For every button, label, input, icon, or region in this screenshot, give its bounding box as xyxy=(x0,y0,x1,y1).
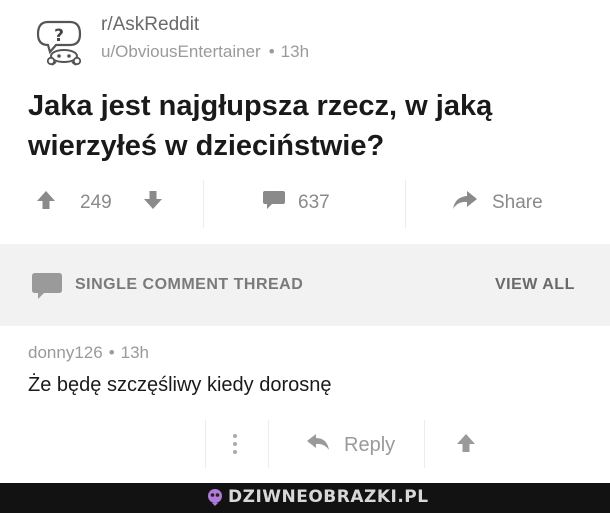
post-header: ? r/AskReddit u/ObviousEntertainer • 13h xyxy=(0,0,610,75)
comment-bubble-icon xyxy=(31,271,63,306)
share-arrow-icon xyxy=(452,189,478,217)
post-meta: u/ObviousEntertainer • 13h xyxy=(101,42,309,62)
divider xyxy=(268,420,269,468)
vertical-dots-icon[interactable] xyxy=(232,432,238,461)
divider xyxy=(405,180,406,228)
thread-label: SINGLE COMMENT THREAD xyxy=(75,276,304,293)
watermark-bar: DZIWNEOBRAZKI.PL xyxy=(0,483,610,513)
post-title[interactable]: Jaka jest najgłupsza rzecz, w jaką wierz… xyxy=(28,86,588,166)
view-all-button[interactable]: VIEW ALL xyxy=(495,276,575,294)
share-label: Share xyxy=(492,192,543,213)
single-comment-thread-bar: SINGLE COMMENT THREAD VIEW ALL xyxy=(0,244,610,326)
reply-arrow-icon xyxy=(306,432,330,458)
arrow-up-icon[interactable] xyxy=(456,432,476,459)
alien-logo-icon xyxy=(207,488,223,506)
comment-actions: Reply xyxy=(0,420,610,470)
watermark-text: DZIWNEOBRAZKI.PL xyxy=(228,487,429,507)
arrow-up-icon xyxy=(36,189,56,217)
upvote-button[interactable] xyxy=(36,188,56,218)
comment-body: Że będę szczęśliwy kiedy dorosnę xyxy=(28,374,332,396)
site-logo[interactable]: DZIWNEOBRAZKI.PL xyxy=(207,487,429,507)
comment-bubble-icon xyxy=(262,189,286,217)
comment-count: 637 xyxy=(298,192,330,213)
divider xyxy=(205,420,206,468)
post-age: 13h xyxy=(280,42,310,61)
comment-age: 13h xyxy=(120,343,150,362)
reply-button[interactable]: Reply xyxy=(306,432,395,458)
vote-count: 249 xyxy=(80,192,112,213)
share-button[interactable]: Share xyxy=(452,188,543,218)
comment-author[interactable]: donny126 xyxy=(28,343,103,362)
divider xyxy=(424,420,425,468)
subreddit-name[interactable]: r/AskReddit xyxy=(101,14,199,36)
subreddit-avatar-icon[interactable]: ? xyxy=(34,12,86,66)
comments-button[interactable]: 637 xyxy=(262,188,330,218)
comment-meta: donny126 • 13h xyxy=(28,343,149,363)
separator-dot: • xyxy=(108,343,115,362)
downvote-button[interactable] xyxy=(143,188,163,218)
arrow-down-icon xyxy=(143,189,163,217)
reply-label: Reply xyxy=(344,433,396,456)
separator-dot: • xyxy=(268,42,275,61)
svg-text:?: ? xyxy=(54,26,64,46)
divider xyxy=(203,180,204,228)
post-actions: 249 637 Share xyxy=(0,180,610,228)
post-author[interactable]: u/ObviousEntertainer xyxy=(101,42,261,61)
